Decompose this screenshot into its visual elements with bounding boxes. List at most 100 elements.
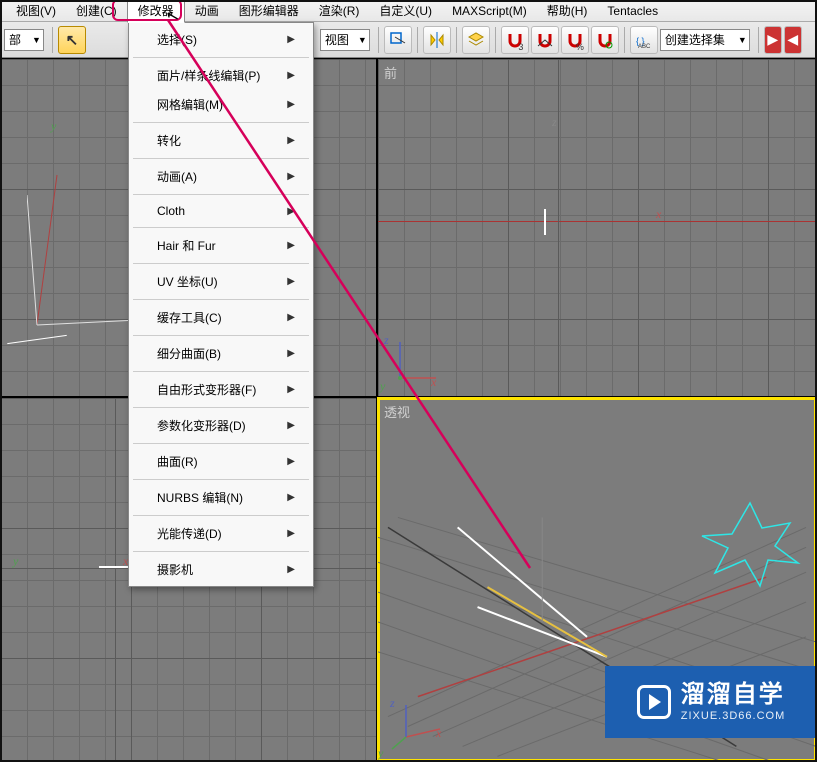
- dropdown-separator: [133, 407, 309, 408]
- dd-subdivision[interactable]: 细分曲面(B)▶: [129, 339, 313, 368]
- menu-maxscript[interactable]: MAXScript(M): [442, 1, 537, 21]
- dd-cloth[interactable]: Cloth▶: [129, 198, 313, 224]
- dd-conversion[interactable]: 转化▶: [129, 126, 313, 155]
- viewport-front[interactable]: 前 x z x z y: [377, 58, 817, 397]
- dd-patch-spline-edit[interactable]: 面片/样条线编辑(P)▶: [129, 61, 313, 90]
- menubar: 视图(V) 创建(C) 修改器 动画 图形编辑器 渲染(R) 自定义(U) MA…: [0, 0, 817, 22]
- dd-surface[interactable]: 曲面(R)▶: [129, 447, 313, 476]
- select-tool-button[interactable]: ↖: [58, 26, 86, 54]
- submenu-arrow-icon: ▶: [287, 420, 295, 431]
- menu-tentacles[interactable]: Tentacles: [597, 1, 668, 21]
- svg-text:ABC: ABC: [638, 44, 651, 49]
- axis-label-y: y: [51, 119, 56, 134]
- submenu-arrow-icon: ▶: [287, 34, 295, 45]
- submenu-arrow-icon: ▶: [287, 564, 295, 575]
- axis-z-line: [558, 59, 559, 396]
- gizmo-label-z: z: [390, 696, 395, 711]
- dropdown-separator: [133, 299, 309, 300]
- axis-label-x: x: [656, 207, 661, 222]
- angle-snap-button[interactable]: [531, 26, 559, 54]
- submenu-arrow-icon: ▶: [287, 492, 295, 503]
- submenu-arrow-icon: ▶: [287, 206, 295, 217]
- gizmo-label-z: z: [384, 333, 389, 348]
- selection-filter-button[interactable]: [384, 26, 412, 54]
- spinner-snap-button[interactable]: [591, 26, 619, 54]
- gizmo-label-y: y: [378, 746, 383, 761]
- snap-toggle-button[interactable]: 3: [501, 26, 529, 54]
- menu-create[interactable]: 创建(C): [66, 0, 127, 22]
- prev-key-button[interactable]: ▶: [764, 26, 782, 54]
- dropdown-separator: [133, 122, 309, 123]
- watermark: 溜溜自学 ZIXUE.3D66.COM: [605, 666, 817, 738]
- dropdown-separator: [133, 443, 309, 444]
- selection-rect-icon: [389, 31, 407, 49]
- dropdown-separator: [133, 551, 309, 552]
- submenu-arrow-icon: ▶: [287, 528, 295, 539]
- dd-ffd[interactable]: 自由形式变形器(F)▶: [129, 375, 313, 404]
- watermark-main: 溜溜自学: [681, 681, 785, 710]
- mirror-button[interactable]: [423, 26, 451, 54]
- toolbar-separator: [52, 27, 53, 53]
- menu-view[interactable]: 视图(V): [6, 0, 66, 22]
- viewport-gizmo: [388, 695, 448, 755]
- menu-rendering[interactable]: 渲染(R): [309, 0, 370, 22]
- submenu-arrow-icon: ▶: [287, 70, 295, 81]
- dropdown-arrow-icon[interactable]: ▼: [358, 35, 367, 45]
- named-selection-sets-button[interactable]: { }ABC: [630, 26, 658, 54]
- gizmo-label-x: x: [431, 375, 436, 390]
- submenu-arrow-icon: ▶: [287, 171, 295, 182]
- selection-set-input[interactable]: [660, 29, 750, 51]
- toolbar-separator: [456, 27, 457, 53]
- magnet-cycle-icon: [596, 31, 614, 49]
- gizmo-label-x: x: [436, 726, 441, 741]
- dd-radiosity[interactable]: 光能传递(D)▶: [129, 519, 313, 548]
- dd-mesh-editing[interactable]: 网格编辑(M)▶: [129, 90, 313, 119]
- dd-uv-coords[interactable]: UV 坐标(U)▶: [129, 267, 313, 296]
- dd-cameras[interactable]: 摄影机▶: [129, 555, 313, 584]
- dropdown-separator: [133, 227, 309, 228]
- menu-help[interactable]: 帮助(H): [537, 0, 598, 22]
- viewport-gizmo: [388, 330, 448, 390]
- dropdown-separator: [133, 515, 309, 516]
- dd-cache-tools[interactable]: 缓存工具(C)▶: [129, 303, 313, 332]
- submenu-arrow-icon: ▶: [287, 384, 295, 395]
- dropdown-separator: [133, 371, 309, 372]
- dropdown-arrow-icon[interactable]: ▼: [738, 35, 747, 45]
- toolbar-separator: [758, 27, 759, 53]
- dropdown-separator: [133, 194, 309, 195]
- percent-snap-button[interactable]: %: [561, 26, 589, 54]
- dd-nurbs-edit[interactable]: NURBS 编辑(N)▶: [129, 483, 313, 512]
- toolbar-separator: [417, 27, 418, 53]
- dd-animation[interactable]: 动画(A)▶: [129, 162, 313, 191]
- dd-parametric-deformers[interactable]: 参数化变形器(D)▶: [129, 411, 313, 440]
- watermark-sub: ZIXUE.3D66.COM: [681, 710, 785, 723]
- submenu-arrow-icon: ▶: [287, 312, 295, 323]
- viewports-container: y 前 x z x z y y x 透视: [0, 58, 817, 762]
- dropdown-separator: [133, 335, 309, 336]
- layers-icon: [467, 31, 485, 49]
- dropdown-separator: [133, 57, 309, 58]
- axis-x-line: [378, 221, 816, 222]
- submenu-arrow-icon: ▶: [287, 348, 295, 359]
- layer-manager-button[interactable]: [462, 26, 490, 54]
- object-edge: [544, 209, 546, 235]
- submenu-arrow-icon: ▶: [287, 276, 295, 287]
- dd-selection[interactable]: 选择(S)▶: [129, 25, 313, 54]
- next-key-button[interactable]: ◀: [784, 26, 802, 54]
- star-object: [690, 498, 810, 588]
- dropdown-separator: [133, 158, 309, 159]
- gizmo-label-y: y: [380, 379, 385, 394]
- submenu-arrow-icon: ▶: [287, 240, 295, 251]
- submenu-arrow-icon: ▶: [287, 99, 295, 110]
- menu-animation[interactable]: 动画: [185, 0, 229, 22]
- submenu-arrow-icon: ▶: [287, 456, 295, 467]
- dd-hair-fur[interactable]: Hair 和 Fur▶: [129, 231, 313, 260]
- dropdown-arrow-icon[interactable]: ▼: [32, 35, 41, 45]
- axis-label-z: z: [552, 115, 557, 130]
- menu-customize[interactable]: 自定义(U): [369, 0, 442, 22]
- menu-graph-editors[interactable]: 图形编辑器: [229, 0, 309, 22]
- submenu-arrow-icon: ▶: [287, 135, 295, 146]
- dropdown-separator: [133, 479, 309, 480]
- mirror-icon: [428, 31, 446, 49]
- toolbar-separator: [495, 27, 496, 53]
